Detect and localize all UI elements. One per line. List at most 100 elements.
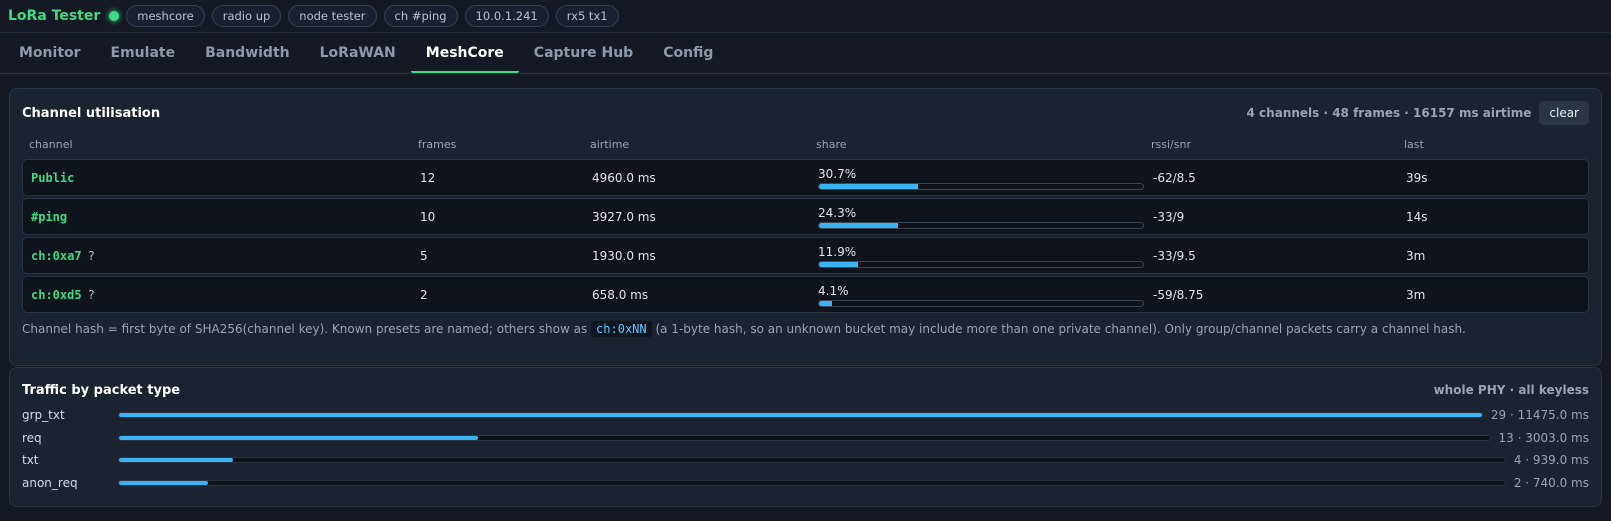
- col-airtime: airtime: [590, 137, 630, 151]
- rssi-snr-cell: -62/8.5: [1153, 170, 1196, 185]
- col-rssi-snr: rssi/snr: [1151, 137, 1191, 151]
- status-dot-icon: [109, 11, 120, 21]
- rssi-snr-cell: -59/8.75: [1153, 287, 1204, 302]
- channel-name: ch:0xd5: [31, 287, 82, 302]
- table-row: #ping 10 3927.0 ms 24.3% -33/9 14s: [22, 198, 1589, 235]
- share-bar-fill: [819, 301, 833, 306]
- pill-ip: 10.0.1.241: [464, 5, 549, 27]
- share-value: 30.7%: [818, 167, 857, 181]
- traffic-header: Traffic by packet type whole PHY · all k…: [22, 376, 1589, 404]
- channel-hash-note: Channel hash = first byte of SHA256(chan…: [22, 321, 1589, 337]
- traffic-type: anon_req: [22, 475, 78, 490]
- note-code: ch:0xNN: [591, 321, 652, 337]
- col-channel: channel: [29, 137, 73, 151]
- unknown-marker: ?: [87, 287, 95, 302]
- frames-cell: 5: [420, 248, 428, 263]
- traffic-row: anon_req 2 · 740.0 ms: [22, 472, 1589, 495]
- frames-cell: 12: [420, 170, 436, 185]
- tab-bar: Monitor Emulate Bandwidth LoRaWAN MeshCo…: [0, 32, 1611, 74]
- share-cell: 24.3%: [818, 204, 1153, 229]
- channel-name: #ping: [31, 209, 68, 224]
- traffic-card: Traffic by packet type whole PHY · all k…: [9, 367, 1602, 507]
- traffic-row: txt 4 · 939.0 ms: [22, 449, 1589, 472]
- last-cell: 39s: [1406, 170, 1428, 185]
- pill-channel: ch #ping: [383, 5, 458, 27]
- traffic-title: Traffic by packet type: [22, 382, 181, 398]
- share-cell: 4.1%: [818, 282, 1153, 307]
- col-last: last: [1404, 137, 1424, 151]
- rssi-snr-cell: -33/9: [1153, 209, 1185, 224]
- pill-protocol: meshcore: [126, 5, 205, 27]
- tab-lorawan[interactable]: LoRaWAN: [305, 33, 411, 73]
- tab-capture-hub[interactable]: Capture Hub: [519, 33, 648, 73]
- channel-cell: ch:0xd5?: [31, 288, 420, 302]
- clear-button[interactable]: clear: [1539, 101, 1589, 125]
- last-cell: 3m: [1406, 287, 1426, 302]
- traffic-row: req 13 · 3003.0 ms: [22, 427, 1589, 450]
- note-text-after: (a 1-byte hash, so an unknown bucket may…: [655, 322, 1466, 336]
- airtime-cell: 4960.0 ms: [592, 170, 656, 185]
- channel-utilisation-summary: 4 channels · 48 frames · 16157 ms airtim…: [1246, 106, 1532, 120]
- traffic-value: 29 · 11475.0 ms: [1490, 408, 1589, 423]
- share-value: 11.9%: [818, 245, 857, 259]
- last-cell: 3m: [1406, 248, 1426, 263]
- traffic-bar-fill: [119, 458, 233, 463]
- channel-utilisation-title: Channel utilisation: [22, 105, 161, 121]
- traffic-value: 4 · 939.0 ms: [1513, 453, 1589, 468]
- pill-node: node tester: [288, 5, 377, 27]
- table-row: ch:0xd5? 2 658.0 ms 4.1% -59/8.75 3m: [22, 276, 1589, 313]
- app-title: LoRa Tester: [8, 8, 101, 24]
- traffic-type: grp_txt: [22, 408, 65, 423]
- channel-name: Public: [31, 170, 75, 185]
- channel-utilisation-card: Channel utilisation 4 channels · 48 fram…: [9, 88, 1602, 366]
- traffic-summary: whole PHY · all keyless: [1433, 383, 1589, 397]
- channel-cell: ch:0xa7?: [31, 249, 420, 263]
- traffic-value: 2 · 740.0 ms: [1513, 475, 1589, 490]
- traffic-bar-fill: [119, 413, 1482, 418]
- channel-utilisation-header: Channel utilisation 4 channels · 48 fram…: [22, 97, 1589, 129]
- tab-meshcore[interactable]: MeshCore: [410, 33, 519, 73]
- airtime-cell: 3927.0 ms: [592, 209, 656, 224]
- top-bar: LoRa Tester meshcore radio up node teste…: [0, 0, 1611, 32]
- share-value: 24.3%: [818, 206, 857, 220]
- share-bar-fill: [819, 262, 858, 267]
- pill-radio: radio up: [211, 5, 282, 27]
- col-share: share: [816, 137, 847, 151]
- frames-cell: 2: [420, 287, 428, 302]
- share-cell: 11.9%: [818, 243, 1153, 268]
- traffic-bar: [118, 479, 1506, 486]
- table-row: ch:0xa7? 5 1930.0 ms 11.9% -33/9.5 3m: [22, 237, 1589, 274]
- unknown-marker: ?: [87, 248, 95, 263]
- tab-monitor[interactable]: Monitor: [4, 33, 96, 73]
- traffic-bar: [118, 412, 1483, 419]
- traffic-bar: [118, 457, 1506, 464]
- traffic-type: req: [22, 430, 42, 445]
- tab-bandwidth[interactable]: Bandwidth: [190, 33, 305, 73]
- traffic-row: grp_txt 29 · 11475.0 ms: [22, 404, 1589, 427]
- airtime-cell: 1930.0 ms: [592, 248, 656, 263]
- share-bar-fill: [819, 223, 898, 228]
- share-cell: 30.7%: [818, 165, 1153, 190]
- traffic-type: txt: [22, 453, 39, 468]
- traffic-value: 13 · 3003.0 ms: [1498, 430, 1589, 445]
- traffic-bar-fill: [119, 480, 208, 485]
- traffic-bar: [118, 434, 1491, 441]
- channel-utilisation-meta: 4 channels · 48 frames · 16157 ms airtim…: [1247, 101, 1589, 125]
- rssi-snr-cell: -33/9.5: [1153, 248, 1196, 263]
- frames-cell: 10: [420, 209, 436, 224]
- airtime-cell: 658.0 ms: [592, 287, 649, 302]
- channel-cell: #ping: [31, 210, 420, 224]
- col-frames: frames: [418, 137, 457, 151]
- note-text-before: Channel hash = first byte of SHA256(chan…: [22, 322, 588, 336]
- table-header: channel frames airtime share rssi/snr la…: [22, 129, 1589, 159]
- share-bar: [818, 222, 1144, 229]
- share-bar: [818, 183, 1144, 190]
- tab-emulate[interactable]: Emulate: [96, 33, 191, 73]
- traffic-bar-fill: [119, 435, 479, 440]
- share-bar-fill: [819, 184, 919, 189]
- tab-config[interactable]: Config: [648, 33, 728, 73]
- pill-rxtx: rx5 tx1: [555, 5, 619, 27]
- table-row: Public 12 4960.0 ms 30.7% -62/8.5 39s: [22, 159, 1589, 196]
- channel-name: ch:0xa7: [31, 248, 82, 263]
- channel-cell: Public: [31, 171, 420, 185]
